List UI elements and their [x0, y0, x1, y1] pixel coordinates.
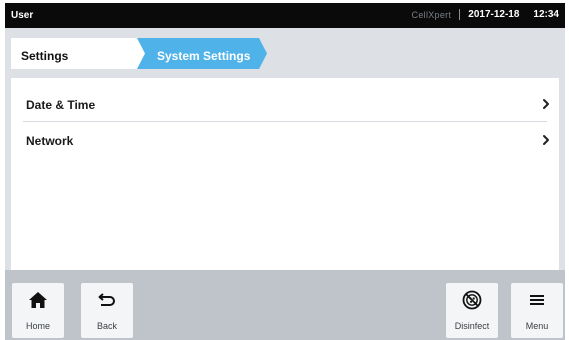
bottom-toolbar: Home Back Disinfect Menu	[5, 270, 565, 340]
list-item-network[interactable]: Network	[11, 122, 559, 158]
disinfect-button-label: Disinfect	[454, 321, 490, 331]
menu-button-label: Menu	[525, 321, 549, 331]
status-info: CellXpert 2017-12-18 12:34	[412, 9, 559, 20]
status-time: 12:34	[533, 9, 559, 20]
disinfect-button[interactable]: Disinfect	[446, 283, 498, 338]
home-button[interactable]: Home	[12, 283, 64, 338]
device-screen: User CellXpert 2017-12-18 12:34 Settings…	[5, 3, 565, 340]
back-arrow-icon	[98, 293, 115, 306]
disinfect-icon	[462, 290, 482, 310]
list-item-label: Date & Time	[26, 98, 96, 112]
list-item-date-time[interactable]: Date & Time	[11, 86, 559, 122]
chevron-right-icon	[543, 135, 549, 145]
status-date: 2017-12-18	[468, 9, 520, 20]
user-label: User	[11, 10, 34, 21]
settings-list: Date & Time Network	[11, 78, 559, 270]
device-name: CellXpert	[411, 9, 452, 20]
menu-button[interactable]: Menu	[511, 283, 563, 338]
back-button[interactable]: Back	[81, 283, 133, 338]
home-button-label: Home	[25, 321, 50, 331]
status-divider	[459, 9, 461, 20]
breadcrumb: Settings System Settings	[5, 28, 565, 78]
breadcrumb-settings[interactable]: Settings	[11, 38, 145, 69]
home-icon	[29, 292, 47, 308]
hamburger-menu-icon	[530, 295, 544, 305]
chevron-right-icon	[543, 99, 549, 109]
status-bar: User CellXpert 2017-12-18 12:34	[5, 3, 565, 28]
back-button-label: Back	[96, 321, 117, 331]
list-item-label: Network	[26, 134, 74, 148]
breadcrumb-system-settings: System Settings	[137, 38, 267, 69]
